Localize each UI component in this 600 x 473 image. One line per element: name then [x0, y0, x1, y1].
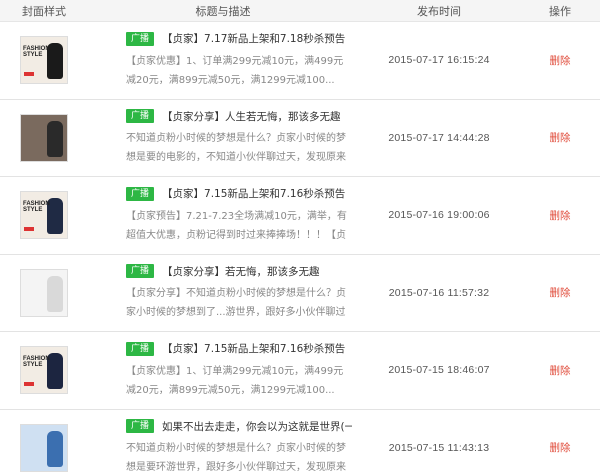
- publish-time: 2015-07-15 18:46:07: [388, 364, 490, 377]
- publish-time: 2015-07-16 11:57:32: [388, 286, 490, 299]
- delete-button[interactable]: 删除: [550, 442, 571, 454]
- title-cell: 广播 【贞家分享】若无悔，那该多无趣 【贞家分享】不知道贞粉小时候的梦想是什么？…: [88, 263, 358, 322]
- item-title[interactable]: 如果不出去走走，你会以为这就是世界(一): [162, 419, 352, 434]
- thumbnail-logo-text: FASHION STYLE: [23, 46, 50, 59]
- table-row: 广播 【贞家分享】若无悔，那该多无趣 【贞家分享】不知道贞粉小时候的梦想是什么？…: [0, 254, 600, 332]
- publish-time: 2015-07-16 19:00:06: [388, 209, 490, 222]
- op-cell: 删除: [520, 440, 600, 455]
- broadcast-badge: 广播: [126, 186, 155, 201]
- title-cell: 广播 【贞家】7.15新品上架和7.16秒杀预告 【贞家预告】7.21-7.23…: [88, 186, 358, 245]
- publish-time: 2015-07-17 14:44:28: [388, 131, 490, 144]
- table-row: FASHION STYLE 广播 【贞家】7.17新品上架和7.18秒杀预告 【贞…: [0, 22, 600, 100]
- header-op: 操作: [549, 4, 571, 18]
- thumbnail-dress-shape: [47, 120, 63, 157]
- broadcast-badge: 广播: [126, 341, 155, 356]
- table-header: 封面样式 标题与描述 发布时间 操作: [0, 0, 600, 22]
- thumbnail-logo-text: FASHION STYLE: [23, 201, 50, 214]
- item-title[interactable]: 【贞家】7.15新品上架和7.16秒杀预告: [162, 186, 345, 201]
- cover-thumbnail[interactable]: FASHION STYLE: [20, 191, 68, 240]
- op-cell: 删除: [520, 285, 600, 300]
- op-cell: 删除: [520, 363, 600, 378]
- item-description: 不知道贞粉小时候的梦想是什么？贞家小时候的梦想是要环游世界，跟好多小伙伴聊过天，…: [126, 443, 346, 473]
- header-time: 发布时间: [417, 4, 461, 18]
- title-cell: 广播 【贞家】7.15新品上架和7.16秒杀预告 【贞家优惠】1、订单满299元…: [88, 341, 358, 400]
- table-body: FASHION STYLE 广播 【贞家】7.17新品上架和7.18秒杀预告 【贞…: [0, 22, 600, 473]
- item-description: 【贞家预告】7.21-7.23全场满减10元，满举，有超值大优惠，贞粉记得到时过…: [126, 210, 347, 241]
- item-title[interactable]: 【贞家】7.17新品上架和7.18秒杀预告: [162, 31, 345, 46]
- table-row: 广播 【贞家分享】人生若无悔，那该多无趣 不知道贞粉小时候的梦想是什么？贞家小时…: [0, 99, 600, 177]
- op-cell: 删除: [520, 208, 600, 223]
- thumbnail-red-mark: [24, 72, 34, 77]
- thumbnail-dress-shape: [47, 275, 63, 312]
- cover-cell: [0, 113, 88, 162]
- broadcast-badge: 广播: [126, 419, 155, 434]
- publish-time: 2015-07-15 11:43:13: [388, 441, 490, 454]
- item-description: 不知道贞粉小时候的梦想是什么？贞家小时候的梦想是要的电影的，不知道小伙伴聊过天，…: [126, 133, 346, 164]
- broadcast-badge: 广播: [126, 31, 155, 46]
- cover-cell: [0, 423, 88, 472]
- cover-cell: [0, 268, 88, 317]
- cover-thumbnail[interactable]: FASHION STYLE: [20, 36, 68, 85]
- broadcast-badge: 广播: [126, 109, 155, 124]
- item-description: 【贞家优惠】1、订单满299元减10元，满499元减20元，满899元减50元，…: [126, 55, 344, 86]
- broadcast-badge: 广播: [126, 264, 155, 279]
- delete-button[interactable]: 删除: [550, 132, 571, 144]
- item-title[interactable]: 【贞家】7.15新品上架和7.16秒杀预告: [162, 341, 345, 356]
- broadcast-table: 封面样式 标题与描述 发布时间 操作 FASHION STYLE 广播 【贞家】7…: [0, 0, 600, 473]
- title-cell: 广播 如果不出去走走，你会以为这就是世界(一) 不知道贞粉小时候的梦想是什么？贞…: [88, 418, 358, 473]
- table-row: 广播 如果不出去走走，你会以为这就是世界(一) 不知道贞粉小时候的梦想是什么？贞…: [0, 409, 600, 473]
- cover-cell: FASHION STYLE: [0, 191, 88, 240]
- item-description: 【贞家分享】不知道贞粉小时候的梦想是什么？贞家小时候的梦想到了...游世界，跟好…: [126, 288, 346, 319]
- op-cell: 删除: [520, 130, 600, 145]
- item-title[interactable]: 【贞家分享】若无悔，那该多无趣: [162, 264, 320, 279]
- cover-cell: FASHION STYLE: [0, 36, 88, 85]
- delete-button[interactable]: 删除: [550, 365, 571, 377]
- thumbnail-dress-shape: [47, 430, 63, 467]
- delete-button[interactable]: 删除: [550, 55, 571, 67]
- cover-thumbnail[interactable]: [20, 423, 68, 472]
- op-cell: 删除: [520, 53, 600, 68]
- thumbnail-logo-text: FASHION STYLE: [23, 356, 50, 369]
- item-title[interactable]: 【贞家分享】人生若无悔，那该多无趣: [162, 109, 341, 124]
- table-row: FASHION STYLE 广播 【贞家】7.15新品上架和7.16秒杀预告 【贞…: [0, 177, 600, 255]
- delete-button[interactable]: 删除: [550, 287, 571, 299]
- header-cover: 封面样式: [22, 4, 66, 18]
- thumbnail-red-mark: [24, 227, 34, 232]
- publish-time: 2015-07-17 16:15:24: [388, 54, 490, 67]
- item-description: 【贞家优惠】1、订单满299元减10元，满499元减20元，满899元减50元，…: [126, 365, 344, 396]
- cover-thumbnail[interactable]: FASHION STYLE: [20, 346, 68, 395]
- cover-thumbnail[interactable]: [20, 268, 68, 317]
- cover-thumbnail[interactable]: [20, 113, 68, 162]
- delete-button[interactable]: 删除: [550, 210, 571, 222]
- title-cell: 广播 【贞家分享】人生若无悔，那该多无趣 不知道贞粉小时候的梦想是什么？贞家小时…: [88, 108, 358, 167]
- thumbnail-red-mark: [24, 382, 34, 387]
- cover-cell: FASHION STYLE: [0, 346, 88, 395]
- table-row: FASHION STYLE 广播 【贞家】7.15新品上架和7.16秒杀预告 【贞…: [0, 332, 600, 410]
- title-cell: 广播 【贞家】7.17新品上架和7.18秒杀预告 【贞家优惠】1、订单满299元…: [88, 31, 358, 90]
- header-title: 标题与描述: [195, 4, 251, 18]
